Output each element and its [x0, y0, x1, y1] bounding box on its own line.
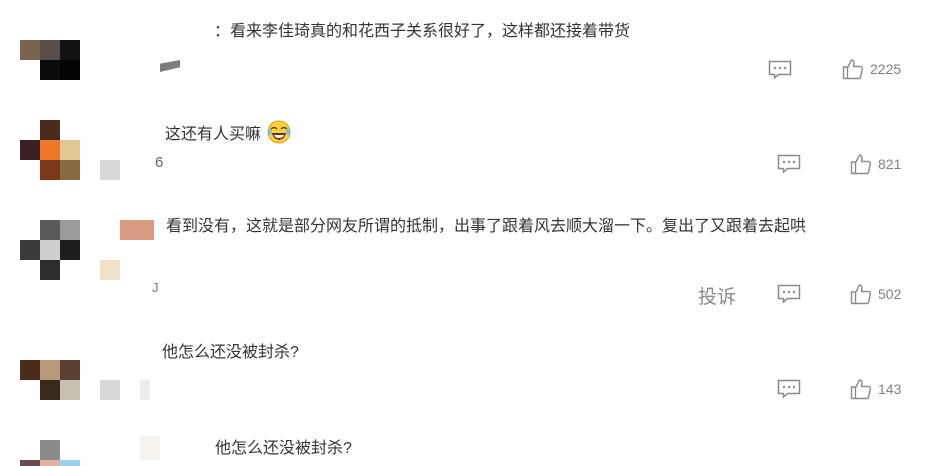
laughing-tears-emoji [267, 120, 291, 144]
comment-item: ：看来李佳琦真的和花西子关系很好了，这样都还接着带货 2225 [0, 0, 940, 100]
comment-text: 这还有人买嘛 [165, 120, 291, 146]
blurred-username [140, 436, 160, 460]
comment-text: ：看来李佳琦真的和花西子关系很好了，这样都还接着带货 [214, 23, 631, 40]
blurred-username [160, 60, 180, 72]
comment-text: 看到没有，这就是部分网友所谓的抵制，出事了跟着风去顺大溜一下。复出了又跟着去起哄 [166, 218, 807, 235]
like-count: 821 [878, 156, 902, 172]
avatar[interactable] [20, 20, 80, 80]
blurred-username [100, 380, 120, 400]
comment-icon [777, 284, 801, 304]
reply-button[interactable] [777, 379, 801, 399]
report-button[interactable]: 投诉 [698, 282, 736, 309]
comment-item: 6 这还有人买嘛 821 [0, 100, 940, 200]
comment-icon [777, 379, 801, 399]
like-count: 143 [878, 381, 902, 397]
comment-item: 他怎么还没被封杀? 143 [0, 340, 940, 440]
like-button[interactable]: 2225 [842, 58, 901, 80]
reply-button[interactable] [777, 154, 801, 174]
blurred-username [120, 220, 154, 240]
like-button[interactable]: 502 [850, 283, 901, 305]
comment-icon [777, 154, 801, 174]
reply-button[interactable] [777, 284, 801, 304]
thumbs-up-icon [842, 59, 864, 80]
comment-icon [768, 60, 792, 80]
blurred-username [100, 160, 120, 180]
blurred-username [100, 260, 120, 280]
thumbs-up-icon [850, 379, 872, 400]
comment-item: 他怎么还没被封杀? [0, 436, 940, 466]
comment-extra: J [152, 280, 159, 295]
avatar[interactable] [20, 220, 80, 280]
avatar[interactable] [20, 360, 80, 420]
like-button[interactable]: 143 [850, 378, 901, 400]
reply-button[interactable] [768, 60, 792, 80]
blurred-username [140, 380, 150, 400]
thumbs-up-icon [850, 154, 872, 175]
like-count: 2225 [870, 61, 902, 77]
comment-extra: 6 [155, 154, 164, 171]
thumbs-up-icon [850, 284, 872, 305]
comment-text: 他怎么还没被封杀? [162, 344, 299, 361]
like-button[interactable]: 821 [850, 153, 901, 175]
avatar[interactable] [20, 120, 80, 180]
comment-item: J 看到没有，这就是部分网友所谓的抵制，出事了跟着风去顺大溜一下。复出了又跟着去… [0, 200, 940, 320]
avatar[interactable] [20, 440, 80, 466]
comment-text-content: 这还有人买嘛 [165, 126, 262, 143]
like-count: 502 [878, 286, 902, 302]
comment-text: 他怎么还没被封杀? [215, 440, 352, 457]
